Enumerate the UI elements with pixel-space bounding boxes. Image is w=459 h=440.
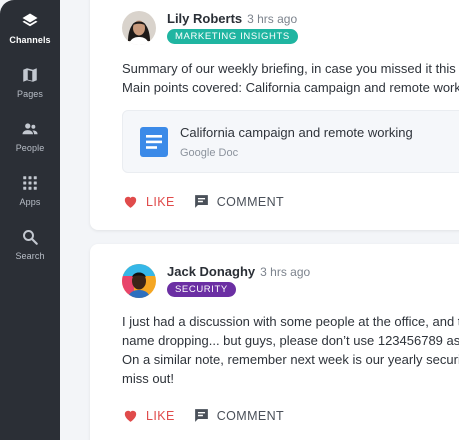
sidebar-item-label: People	[15, 143, 45, 153]
sidebar: Channels Pages People Apps Search	[0, 0, 60, 440]
channel-badge[interactable]: MARKETING INSIGHTS	[167, 29, 298, 44]
heart-icon	[122, 407, 146, 424]
google-doc-icon	[140, 127, 168, 157]
post-body-line: Summary of our weekly briefing, in case …	[122, 61, 459, 76]
apps-grid-icon	[21, 174, 39, 192]
like-label: LIKE	[146, 408, 175, 423]
post-timestamp: 3 hrs ago	[247, 12, 298, 26]
people-icon	[21, 120, 39, 138]
layers-icon	[21, 12, 39, 30]
post-body: Summary of our weekly briefing, in case …	[122, 59, 459, 97]
post-body-line: On a similar note, remember next week is…	[122, 352, 459, 367]
sidebar-item-label: Channels	[9, 35, 51, 45]
sidebar-item-label: Search	[15, 251, 45, 261]
sidebar-item-channels[interactable]: Channels	[0, 12, 60, 66]
author-name[interactable]: Jack Donaghy	[167, 264, 255, 279]
post-actions: LIKE COMMENT	[122, 407, 302, 424]
comment-icon	[193, 193, 217, 210]
post-body: I just had a discussion with some people…	[122, 312, 459, 388]
sidebar-item-label: Pages	[16, 89, 44, 99]
sidebar-item-pages[interactable]: Pages	[0, 66, 60, 120]
sidebar-item-people[interactable]: People	[0, 120, 60, 174]
map-pages-icon	[21, 66, 39, 84]
sidebar-item-apps[interactable]: Apps	[0, 174, 60, 228]
heart-icon	[122, 193, 146, 210]
post-body-line: Main points covered: California campaign…	[122, 80, 459, 95]
like-button[interactable]: LIKE	[122, 407, 175, 424]
post-actions: LIKE COMMENT	[122, 193, 302, 210]
comment-label: COMMENT	[216, 194, 285, 209]
search-icon	[21, 228, 39, 246]
post-card: Jack Donaghy 3 hrs ago SECURITY I just h…	[90, 244, 459, 440]
post-card: Lily Roberts 3 hrs ago MARKETING INSIGHT…	[90, 0, 459, 230]
like-label: LIKE	[146, 194, 175, 209]
post-body-line: name dropping... but guys, please don’t …	[122, 333, 459, 348]
comment-label: COMMENT	[216, 408, 285, 423]
post-body-line: miss out!	[122, 371, 175, 386]
sidebar-item-search[interactable]: Search	[0, 228, 60, 282]
comment-button[interactable]: COMMENT	[193, 407, 284, 424]
channel-badge[interactable]: SECURITY	[167, 282, 236, 297]
sidebar-item-label: Apps	[19, 197, 41, 207]
attachment-card[interactable]: California campaign and remote working G…	[122, 110, 459, 173]
post-header: Lily Roberts 3 hrs ago MARKETING INSIGHT…	[122, 11, 298, 45]
author-name[interactable]: Lily Roberts	[167, 11, 242, 26]
attachment-type: Google Doc	[180, 147, 239, 159]
feed: Lily Roberts 3 hrs ago MARKETING INSIGHT…	[60, 0, 459, 440]
comment-icon	[193, 407, 217, 424]
avatar[interactable]	[122, 11, 156, 45]
like-button[interactable]: LIKE	[122, 193, 175, 210]
attachment-title: California campaign and remote working	[180, 125, 413, 140]
post-body-line: I just had a discussion with some people…	[122, 314, 459, 329]
avatar[interactable]	[122, 264, 156, 298]
post-timestamp: 3 hrs ago	[260, 265, 311, 279]
comment-button[interactable]: COMMENT	[193, 193, 284, 210]
post-header: Jack Donaghy 3 hrs ago SECURITY	[122, 264, 310, 298]
